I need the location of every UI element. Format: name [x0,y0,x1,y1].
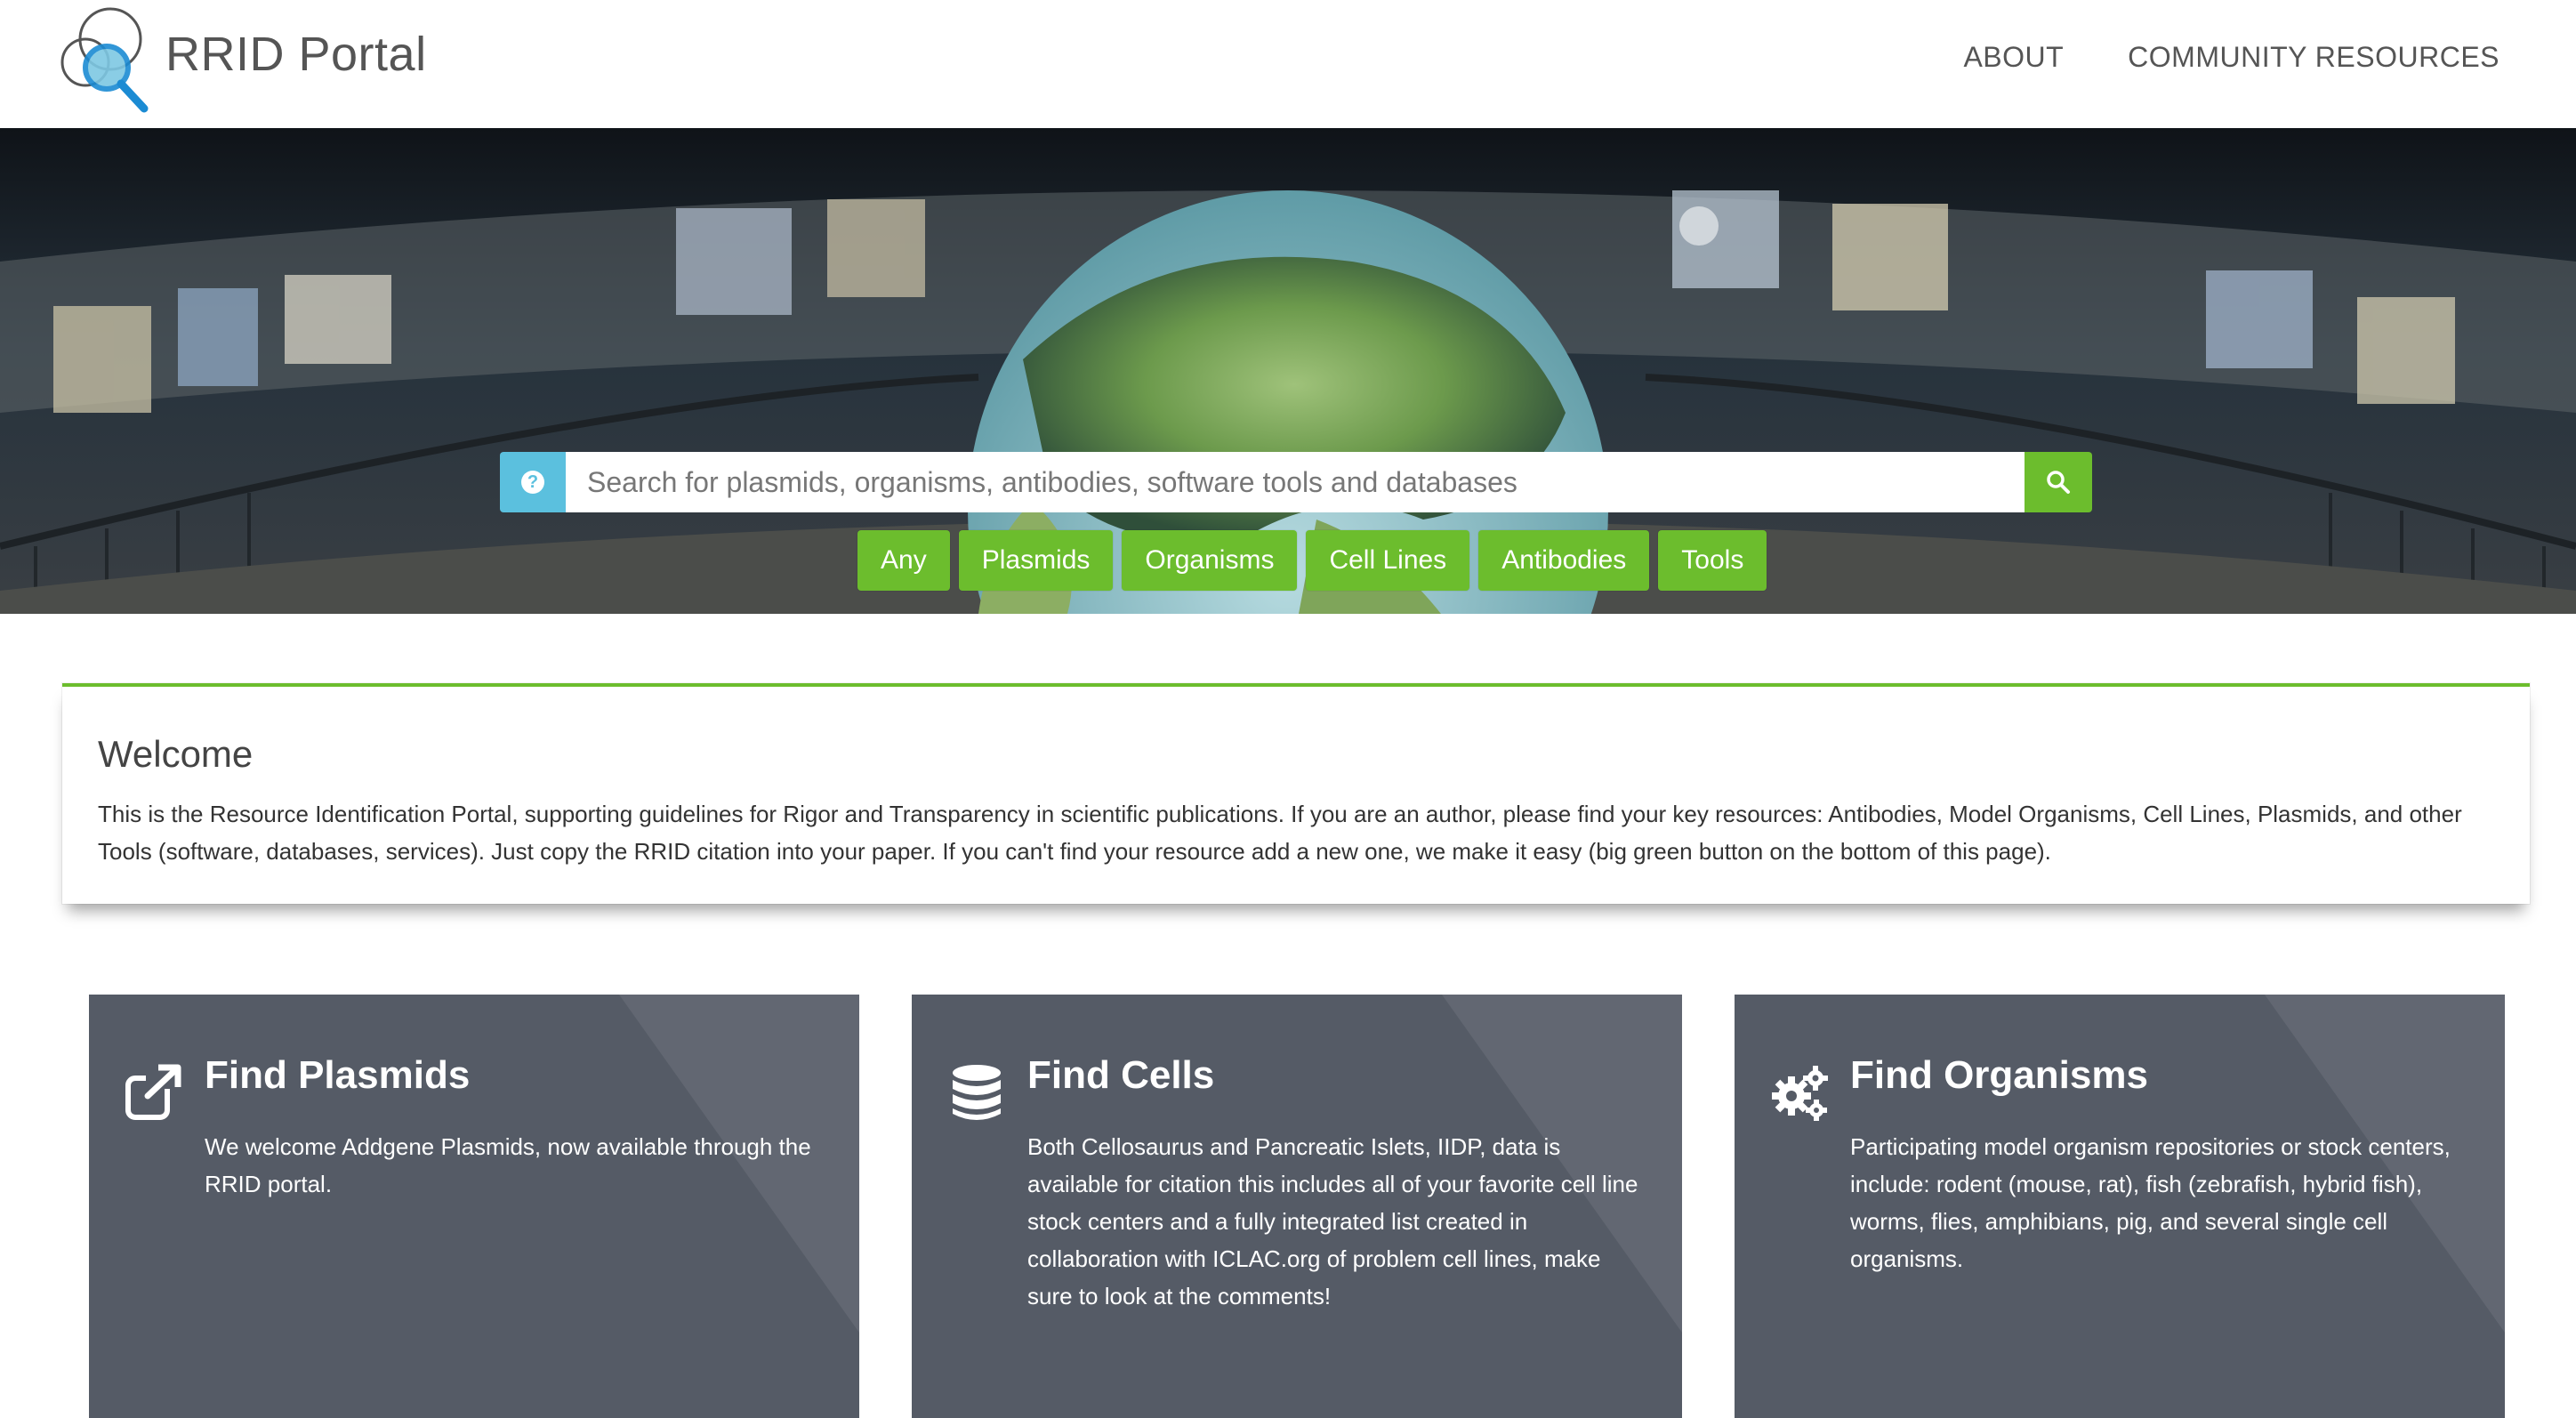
filter-any[interactable]: Any [857,530,950,591]
card-text: We welcome Addgene Plasmids, now availab… [205,1133,811,1197]
card-find-organisms[interactable]: Find Organisms Participating model organ… [1735,995,2505,1418]
card-title[interactable]: Find Cells [1027,1053,1214,1098]
welcome-title: Welcome [98,733,254,775]
rrid-logo-icon[interactable] [59,4,157,114]
filter-tools[interactable]: Tools [1658,530,1767,591]
search-submit-button[interactable] [2025,452,2092,512]
filter-cell-lines[interactable]: Cell Lines [1306,530,1470,591]
database-icon [953,1065,1001,1120]
brand-title[interactable]: RRID Portal [165,27,427,82]
search-icon [2047,471,2070,494]
card-find-cells[interactable]: Find Cells Both Cellosaurus and Pancreat… [912,995,1682,1418]
search-input[interactable] [566,452,2025,512]
gears-icon [1772,1066,1828,1121]
filter-plasmids[interactable]: Plasmids [958,530,1114,591]
welcome-panel: Welcome This is the Resource Identificat… [62,683,2530,904]
card-title[interactable]: Find Organisms [1850,1053,2148,1098]
card-text: Both Cellosaurus and Pancreatic Islets, … [1027,1133,1638,1309]
card-text: Participating model organism repositorie… [1850,1133,2451,1272]
search-help-button[interactable]: ? [500,452,566,512]
search-category-filters: Any Plasmids Organisms Cell Lines Antibo… [857,530,1767,591]
card-title[interactable]: Find Plasmids [205,1053,470,1098]
filter-organisms[interactable]: Organisms [1122,530,1298,591]
hero-banner: ? Any Plasmids Organisms Cell Lines Anti… [0,128,2576,614]
top-navbar: RRID Portal ABOUT COMMUNITY RESOURCES [0,0,2576,128]
nav-about[interactable]: ABOUT [1963,41,2064,74]
filter-antibodies[interactable]: Antibodies [1478,530,1650,591]
card-find-plasmids[interactable]: Find Plasmids We welcome Addgene Plasmid… [89,995,859,1418]
search-bar: ? [500,452,2092,512]
welcome-text: This is the Resource Identification Port… [98,801,2462,865]
nav-community-resources[interactable]: COMMUNITY RESOURCES [2128,41,2500,74]
question-circle-icon: ? [521,471,544,494]
top-nav: ABOUT COMMUNITY RESOURCES [1963,41,2500,74]
external-link-icon [125,1064,181,1120]
